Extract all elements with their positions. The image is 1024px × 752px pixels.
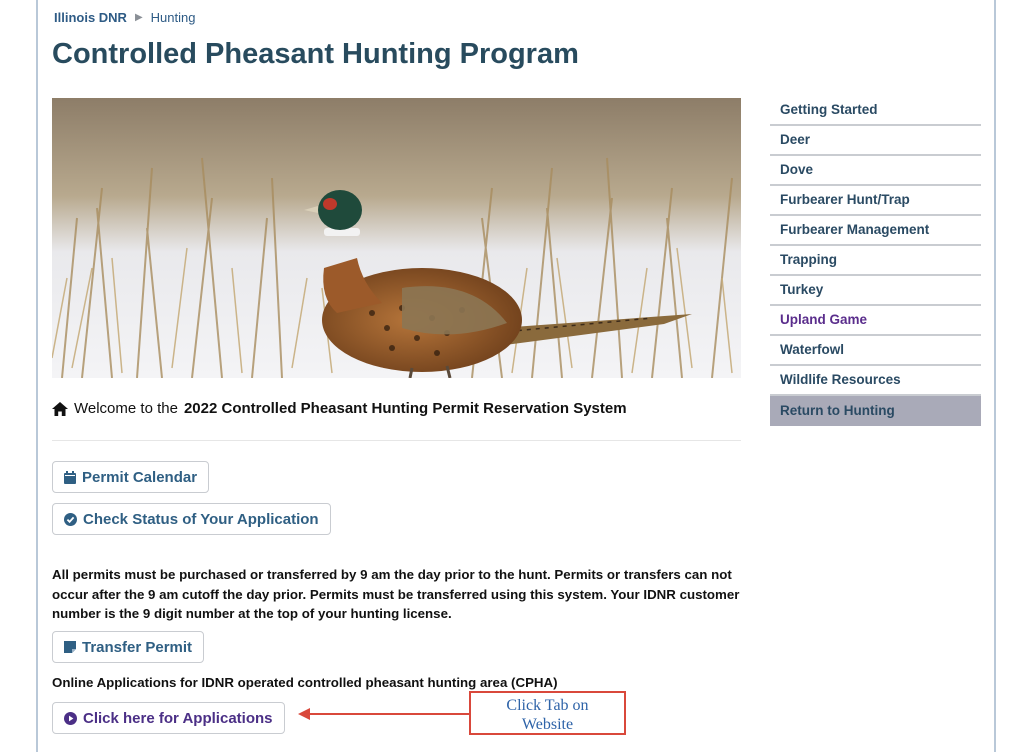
sidebar-item-deer[interactable]: Deer bbox=[770, 126, 981, 156]
transfer-permit-label: Transfer Permit bbox=[82, 638, 193, 656]
sidebar-item-turkey[interactable]: Turkey bbox=[770, 276, 981, 306]
sidebar-item-furbearer-hunt-trap[interactable]: Furbearer Hunt/Trap bbox=[770, 186, 981, 216]
check-circle-icon bbox=[64, 512, 77, 526]
sidebar-item-return-to-hunting[interactable]: Return to Hunting bbox=[770, 396, 981, 426]
breadcrumb-separator-icon: ▶ bbox=[134, 12, 143, 23]
welcome-prefix: Welcome to the bbox=[74, 400, 178, 417]
page-title: Controlled Pheasant Hunting Program bbox=[52, 38, 579, 70]
transfer-permit-button[interactable]: Transfer Permit bbox=[52, 631, 205, 663]
permit-calendar-label: Permit Calendar bbox=[82, 468, 198, 486]
sidebar-item-waterfowl[interactable]: Waterfowl bbox=[770, 336, 981, 366]
check-status-button[interactable]: Check Status of Your Application bbox=[52, 503, 331, 535]
home-icon bbox=[52, 401, 68, 416]
breadcrumb: Illinois DNR ▶ Hunting bbox=[54, 10, 195, 25]
sidebar-item-dove[interactable]: Dove bbox=[770, 156, 981, 186]
sidebar-item-trapping[interactable]: Trapping bbox=[770, 246, 981, 276]
applications-label: Click here for Applications bbox=[83, 709, 273, 727]
sidebar-item-getting-started[interactable]: Getting Started bbox=[770, 96, 981, 126]
sidebar-item-wildlife-resources[interactable]: Wildlife Resources bbox=[770, 366, 981, 396]
applications-button[interactable]: Click here for Applications bbox=[52, 702, 285, 734]
sidebar-item-upland-game[interactable]: Upland Game bbox=[770, 306, 981, 336]
annotation-line-2: Website bbox=[521, 716, 574, 733]
welcome-heading: Welcome to the 2022 Controlled Pheasant … bbox=[52, 400, 627, 417]
sidebar-item-furbearer-management[interactable]: Furbearer Management bbox=[770, 216, 981, 246]
system-name: 2022 Controlled Pheasant Hunting Permit … bbox=[183, 400, 627, 417]
annotation-line-1: Click Tab on bbox=[506, 697, 589, 714]
annotation-callout: Click Tab on Website bbox=[469, 691, 626, 735]
calendar-icon bbox=[64, 470, 76, 484]
sticky-note-icon bbox=[64, 641, 76, 653]
breadcrumb-home-link[interactable]: Illinois DNR bbox=[54, 10, 127, 25]
play-circle-icon bbox=[64, 711, 77, 725]
sidebar-nav: Getting Started Deer Dove Furbearer Hunt… bbox=[770, 96, 981, 426]
divider bbox=[52, 440, 741, 441]
check-status-label: Check Status of Your Application bbox=[83, 510, 319, 528]
pheasant-hero-image bbox=[52, 98, 741, 378]
online-applications-text: Online Applications for IDNR operated co… bbox=[52, 675, 558, 690]
permit-calendar-button[interactable]: Permit Calendar bbox=[52, 461, 210, 493]
permit-notice: All permits must be purchased or transfe… bbox=[52, 567, 740, 621]
annotation-arrow-icon bbox=[298, 708, 469, 720]
breadcrumb-current: Hunting bbox=[150, 10, 196, 25]
